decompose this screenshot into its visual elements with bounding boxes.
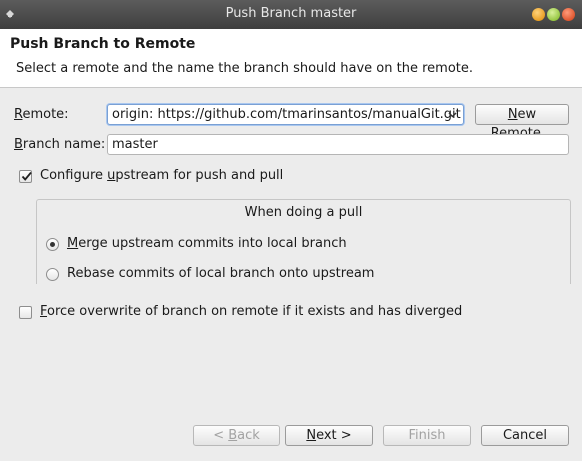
new-remote-button[interactable]: New Remote... (475, 104, 569, 141)
close-button[interactable] (562, 8, 575, 21)
branch-name-value: master (112, 137, 158, 152)
next-button[interactable]: Next > (285, 425, 373, 446)
remote-select-value: origin: https://github.com/tmarinsantos/… (112, 107, 461, 122)
rebase-radio[interactable] (46, 268, 59, 281)
force-overwrite-checkbox[interactable] (19, 306, 32, 319)
wizard-header: Push Branch to Remote Select a remote an… (0, 29, 582, 88)
merge-radio[interactable] (46, 238, 59, 251)
cancel-button[interactable]: Cancel (481, 425, 569, 446)
configure-upstream-label[interactable]: Configure upstream for push and pull (40, 168, 283, 183)
pull-group-title: When doing a pull (244, 205, 363, 220)
back-button[interactable]: < Back (193, 425, 280, 446)
minimize-button[interactable] (532, 8, 545, 21)
window-title: Push Branch master (225, 6, 357, 21)
merge-radio-label[interactable]: Merge upstream commits into local branch (67, 236, 347, 251)
force-overwrite-label[interactable]: Force overwrite of branch on remote if i… (40, 304, 462, 319)
page-title: Push Branch to Remote (10, 36, 196, 52)
pull-options-group: When doing a pull Merge upstream commits… (36, 199, 571, 284)
page-description: Select a remote and the name the branch … (16, 61, 474, 76)
maximize-button[interactable] (547, 8, 560, 21)
configure-upstream-checkbox[interactable] (19, 170, 32, 183)
finish-button[interactable]: Finish (383, 425, 471, 446)
branch-name-input[interactable]: master (107, 134, 569, 155)
chevron-down-icon (448, 112, 457, 118)
rebase-radio-label[interactable]: Rebase commits of local branch onto upst… (67, 266, 374, 281)
window-title-bar: Push Branch master (0, 0, 582, 29)
radio-selected-dot (50, 242, 55, 247)
checkmark-icon (21, 171, 32, 181)
remote-label: Remote: (14, 107, 69, 122)
branch-name-label: Branch name: (14, 137, 106, 152)
remote-select[interactable]: origin: https://github.com/tmarinsantos/… (107, 104, 464, 125)
